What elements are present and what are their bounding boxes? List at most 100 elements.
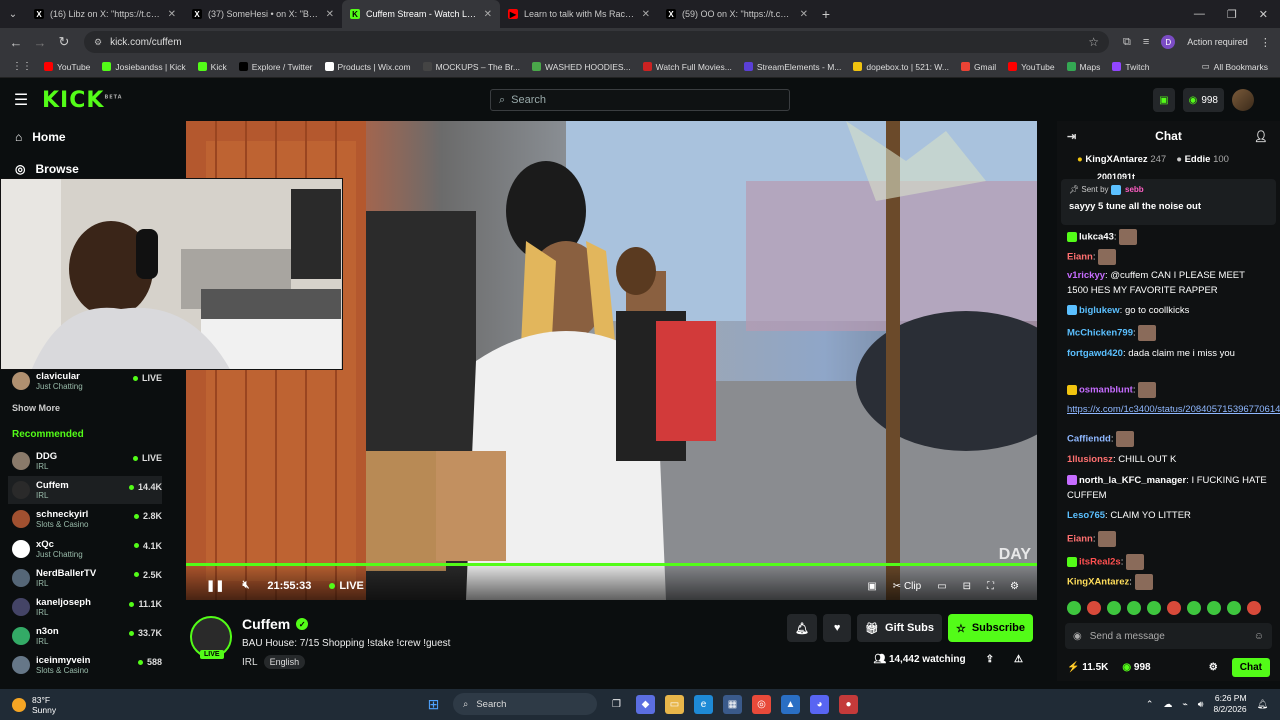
- bookmark-item[interactable]: Explore / Twitter: [233, 62, 319, 72]
- streamer-name[interactable]: Cuffem: [242, 616, 290, 632]
- kick-logo[interactable]: KICKBETA: [42, 88, 123, 113]
- chrome-icon[interactable]: ◎: [752, 694, 771, 714]
- url-bar[interactable]: ⚙ kick.com/cuffem ☆: [84, 31, 1109, 53]
- clock[interactable]: 6:26 PM 8/2/2026: [1213, 693, 1246, 715]
- emote-icon[interactable]: [1167, 601, 1181, 615]
- live-indicator[interactable]: LIVE: [329, 580, 364, 592]
- bookmark-item[interactable]: Watch Full Movies...: [637, 62, 738, 72]
- chat-kicks[interactable]: ◉ 998: [1122, 662, 1150, 673]
- bookmark-item[interactable]: dopebox.to | 521: W...: [847, 62, 955, 72]
- store-icon[interactable]: ▦: [723, 694, 742, 714]
- sidebar-channel-clavicular[interactable]: clavicular Just Chatting LIVE: [12, 367, 162, 395]
- sidebar-channel-xqc[interactable]: xQc Just Chatting 4.1K: [12, 535, 162, 563]
- rewards-button[interactable]: ▣: [1153, 88, 1175, 112]
- close-tab-icon[interactable]: ✕: [642, 9, 650, 20]
- theater-mode-icon[interactable]: ▭: [937, 581, 946, 592]
- chat-username[interactable]: KingXAntarez: [1067, 577, 1129, 588]
- chat-username[interactable]: Leso765: [1067, 510, 1105, 521]
- tab-search-button[interactable]: ⌄: [0, 0, 26, 28]
- emote-icon[interactable]: [1067, 601, 1081, 615]
- user-avatar[interactable]: [1232, 89, 1254, 111]
- taskbar-search[interactable]: ⌕ Search: [453, 693, 597, 715]
- browser-menu-icon[interactable]: ⋮: [1260, 36, 1271, 49]
- chat-username[interactable]: McChicken799: [1067, 328, 1133, 339]
- copilot-icon[interactable]: ◆: [636, 694, 655, 714]
- report-icon[interactable]: ⚠: [1014, 654, 1023, 665]
- chat-username[interactable]: fortgawd420: [1067, 348, 1123, 359]
- bookmark-star-icon[interactable]: ☆: [1088, 35, 1099, 49]
- photos-icon[interactable]: ▲: [781, 694, 800, 714]
- notification-bell-button[interactable]: 🔔︎: [787, 614, 818, 642]
- weather-widget[interactable]: 83°F Sunny: [0, 695, 56, 715]
- stream-category[interactable]: IRL: [242, 657, 258, 668]
- sidebar-channel-kaneljoseph[interactable]: kaneljoseph IRL 11.1K: [12, 593, 162, 621]
- fullscreen-window-icon[interactable]: ⊟: [963, 581, 971, 592]
- browser-tab[interactable]: X (37) SomeHesi • on X: "Bri Ac ✕: [184, 0, 342, 28]
- browser-tab[interactable]: K Cuffem Stream - Watch Live ✕: [342, 0, 500, 28]
- chat-users-icon[interactable]: 👤︎: [1254, 130, 1268, 143]
- search-input[interactable]: ⌕ Search: [490, 89, 790, 111]
- new-tab-button[interactable]: +: [816, 6, 836, 22]
- forward-button[interactable]: →: [28, 35, 52, 50]
- back-button[interactable]: ←: [4, 35, 28, 50]
- emote-icon[interactable]: [1227, 601, 1241, 615]
- settings-gear-icon[interactable]: ⚙: [1010, 581, 1019, 592]
- emote-icon[interactable]: [1207, 601, 1221, 615]
- bookmark-item[interactable]: MOCKUPS – The Br...: [417, 62, 526, 72]
- emote-icon[interactable]: [1147, 601, 1161, 615]
- chat-settings-icon[interactable]: ⚙: [1209, 662, 1218, 673]
- profile-avatar[interactable]: D: [1161, 35, 1176, 49]
- emote-icon[interactable]: [1247, 601, 1261, 615]
- pinned-message[interactable]: 📌︎ Sent by sebb sayyy 5 tune all the noi…: [1061, 179, 1276, 225]
- chat-input[interactable]: ◉ Send a message ☺: [1065, 623, 1272, 649]
- bookmark-item[interactable]: YouTube: [1002, 62, 1060, 72]
- sidebar-channel-schneckyirl[interactable]: schneckyirl Slots & Casino 2.8K: [12, 505, 162, 533]
- notifications-icon[interactable]: 🔔︎: [1257, 699, 1268, 710]
- close-tab-icon[interactable]: ✕: [484, 9, 492, 20]
- media-control-icon[interactable]: ≡: [1143, 36, 1149, 48]
- extensions-icon[interactable]: ⧉: [1123, 36, 1131, 49]
- all-bookmarks-button[interactable]: ▭ All Bookmarks: [1196, 61, 1280, 72]
- miniplayer-icon[interactable]: ▣: [867, 581, 876, 592]
- tray-overflow-icon[interactable]: ⌃: [1146, 699, 1154, 710]
- sidebar-channel-iceinmyvein[interactable]: iceinmyvein Slots & Casino 588: [12, 651, 162, 679]
- task-view-icon[interactable]: ❐: [607, 695, 626, 714]
- chat-send-button[interactable]: Chat: [1231, 657, 1270, 677]
- menu-icon[interactable]: ☰: [0, 90, 42, 110]
- chat-username[interactable]: lukca43: [1079, 232, 1114, 243]
- bookmark-item[interactable]: Twitch: [1106, 62, 1155, 72]
- bookmark-item[interactable]: Products | Wix.com: [319, 62, 417, 72]
- chat-username[interactable]: biglukew: [1079, 305, 1120, 316]
- action-required-button[interactable]: Action required: [1187, 37, 1248, 47]
- sidebar-channel-ddg[interactable]: DDG IRL LIVE: [12, 447, 162, 475]
- cloud-icon[interactable]: ☁: [1163, 699, 1172, 710]
- subscribe-button[interactable]: ☆ Subscribe: [947, 614, 1033, 642]
- browser-tab[interactable]: X (16) Libz on X: "https://t.co/eYo ✕: [26, 0, 184, 28]
- apps-icon[interactable]: ⋮⋮: [6, 61, 38, 72]
- chat-username[interactable]: 1llusionsz: [1067, 454, 1113, 465]
- maximize-button[interactable]: ❐: [1227, 8, 1237, 21]
- bookmark-item[interactable]: StreamElements - M...: [738, 62, 848, 72]
- sidebar-channel-n3on[interactable]: n3on IRL 33.7K: [12, 622, 162, 650]
- speaker-icon[interactable]: 🔊︎: [1198, 699, 1204, 710]
- bookmark-item[interactable]: YouTube: [38, 62, 96, 72]
- discord-icon[interactable]: ◕: [810, 694, 829, 714]
- sidebar-channel-nerdballertv[interactable]: NerdBallerTV IRL 2.5K: [12, 564, 162, 592]
- kicks-balance-button[interactable]: ◉ 998: [1182, 88, 1224, 112]
- chat-username[interactable]: Caffiendd: [1067, 434, 1111, 445]
- edge-icon[interactable]: e: [694, 694, 713, 714]
- emoji-icon[interactable]: ☺: [1254, 631, 1264, 642]
- emote-icon[interactable]: [1127, 601, 1141, 615]
- clip-button[interactable]: ✂ Clip: [893, 581, 921, 592]
- bookmark-item[interactable]: WASHED HOODIES...: [526, 62, 637, 72]
- fullscreen-icon[interactable]: ⛶: [987, 581, 994, 592]
- language-tag[interactable]: English: [263, 655, 306, 669]
- browser-tab[interactable]: X (59) OO on X: "https://t.co/XBX ✕: [658, 0, 816, 28]
- sidebar-channel-cuffem[interactable]: Cuffem IRL 14.4K: [8, 476, 162, 505]
- collapse-chat-icon[interactable]: ⇥: [1067, 130, 1076, 143]
- channel-points[interactable]: ⚡ 11.5K: [1067, 662, 1108, 673]
- close-tab-icon[interactable]: ✕: [168, 9, 176, 20]
- close-tab-icon[interactable]: ✕: [326, 9, 334, 20]
- chat-username[interactable]: Eiann: [1067, 252, 1093, 263]
- chat-link[interactable]: https://x.com/1c3400/status/208405715396…: [1067, 404, 1280, 415]
